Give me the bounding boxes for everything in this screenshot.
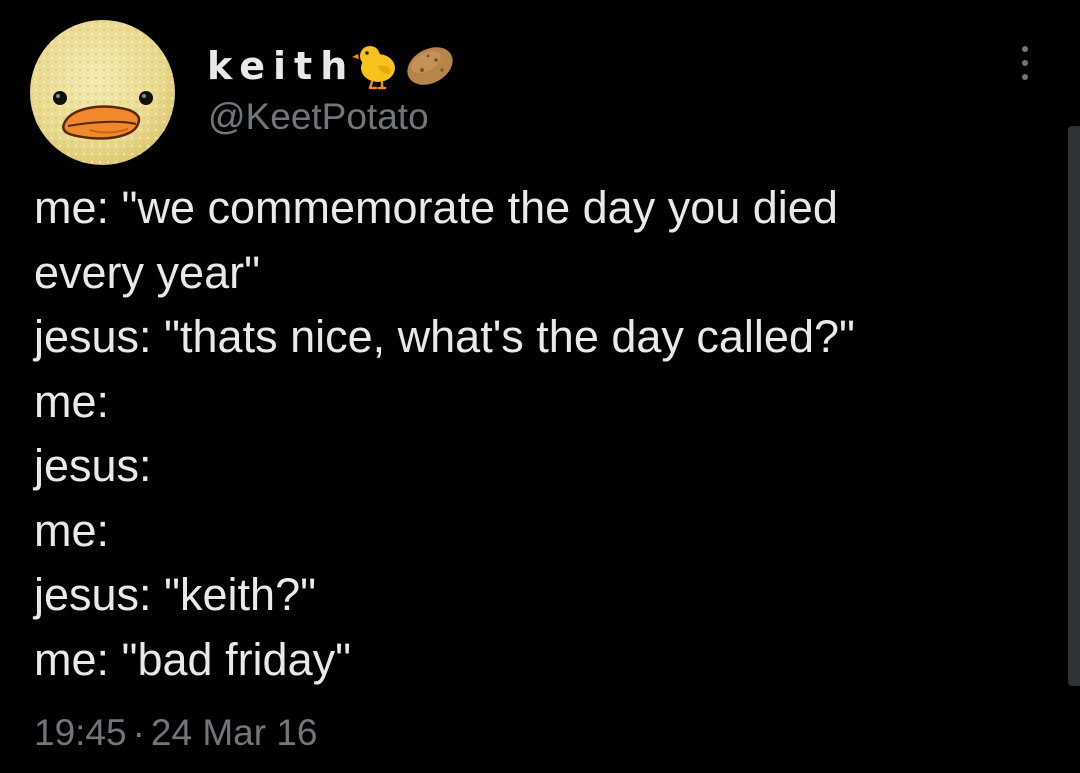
chick-emoji-icon xyxy=(352,46,395,90)
tweet-time: 19:45 xyxy=(34,712,127,753)
tweet-text-line: jesus: "keith?" xyxy=(34,569,317,620)
avatar[interactable] xyxy=(30,20,175,165)
tweet-timestamp[interactable]: 19:45 · 24 Mar 16 xyxy=(34,710,318,756)
more-vertical-icon[interactable] xyxy=(1010,38,1040,88)
tweet-text-line: me: xyxy=(34,504,110,556)
tweet-text-line: every year" xyxy=(34,246,261,298)
duck-face-avatar-icon xyxy=(30,20,175,165)
tweet-date: 24 Mar 16 xyxy=(150,712,318,753)
tweet-text-line: me: "bad friday" xyxy=(34,633,352,685)
user-handle[interactable]: @KeetPotato xyxy=(208,95,429,139)
tweet-text: me: "we commemorate the day you died eve… xyxy=(34,176,1044,692)
tweet-text-line: me: "we commemorate the day you died xyxy=(34,182,838,233)
scrollbar[interactable] xyxy=(1068,126,1080,686)
potato-emoji-icon xyxy=(407,47,453,85)
display-name-emojis xyxy=(352,40,462,90)
timestamp-separator: · xyxy=(132,712,145,753)
tweet-text-line: me: xyxy=(34,375,110,427)
tweet-text-line: jesus: xyxy=(34,440,152,491)
tweet-text-line: jesus: "thats nice, what's the day calle… xyxy=(34,311,855,362)
tweet-card: keith @KeetPotato me: "we commemorate th… xyxy=(0,0,1080,773)
display-name[interactable]: keith xyxy=(207,42,355,90)
